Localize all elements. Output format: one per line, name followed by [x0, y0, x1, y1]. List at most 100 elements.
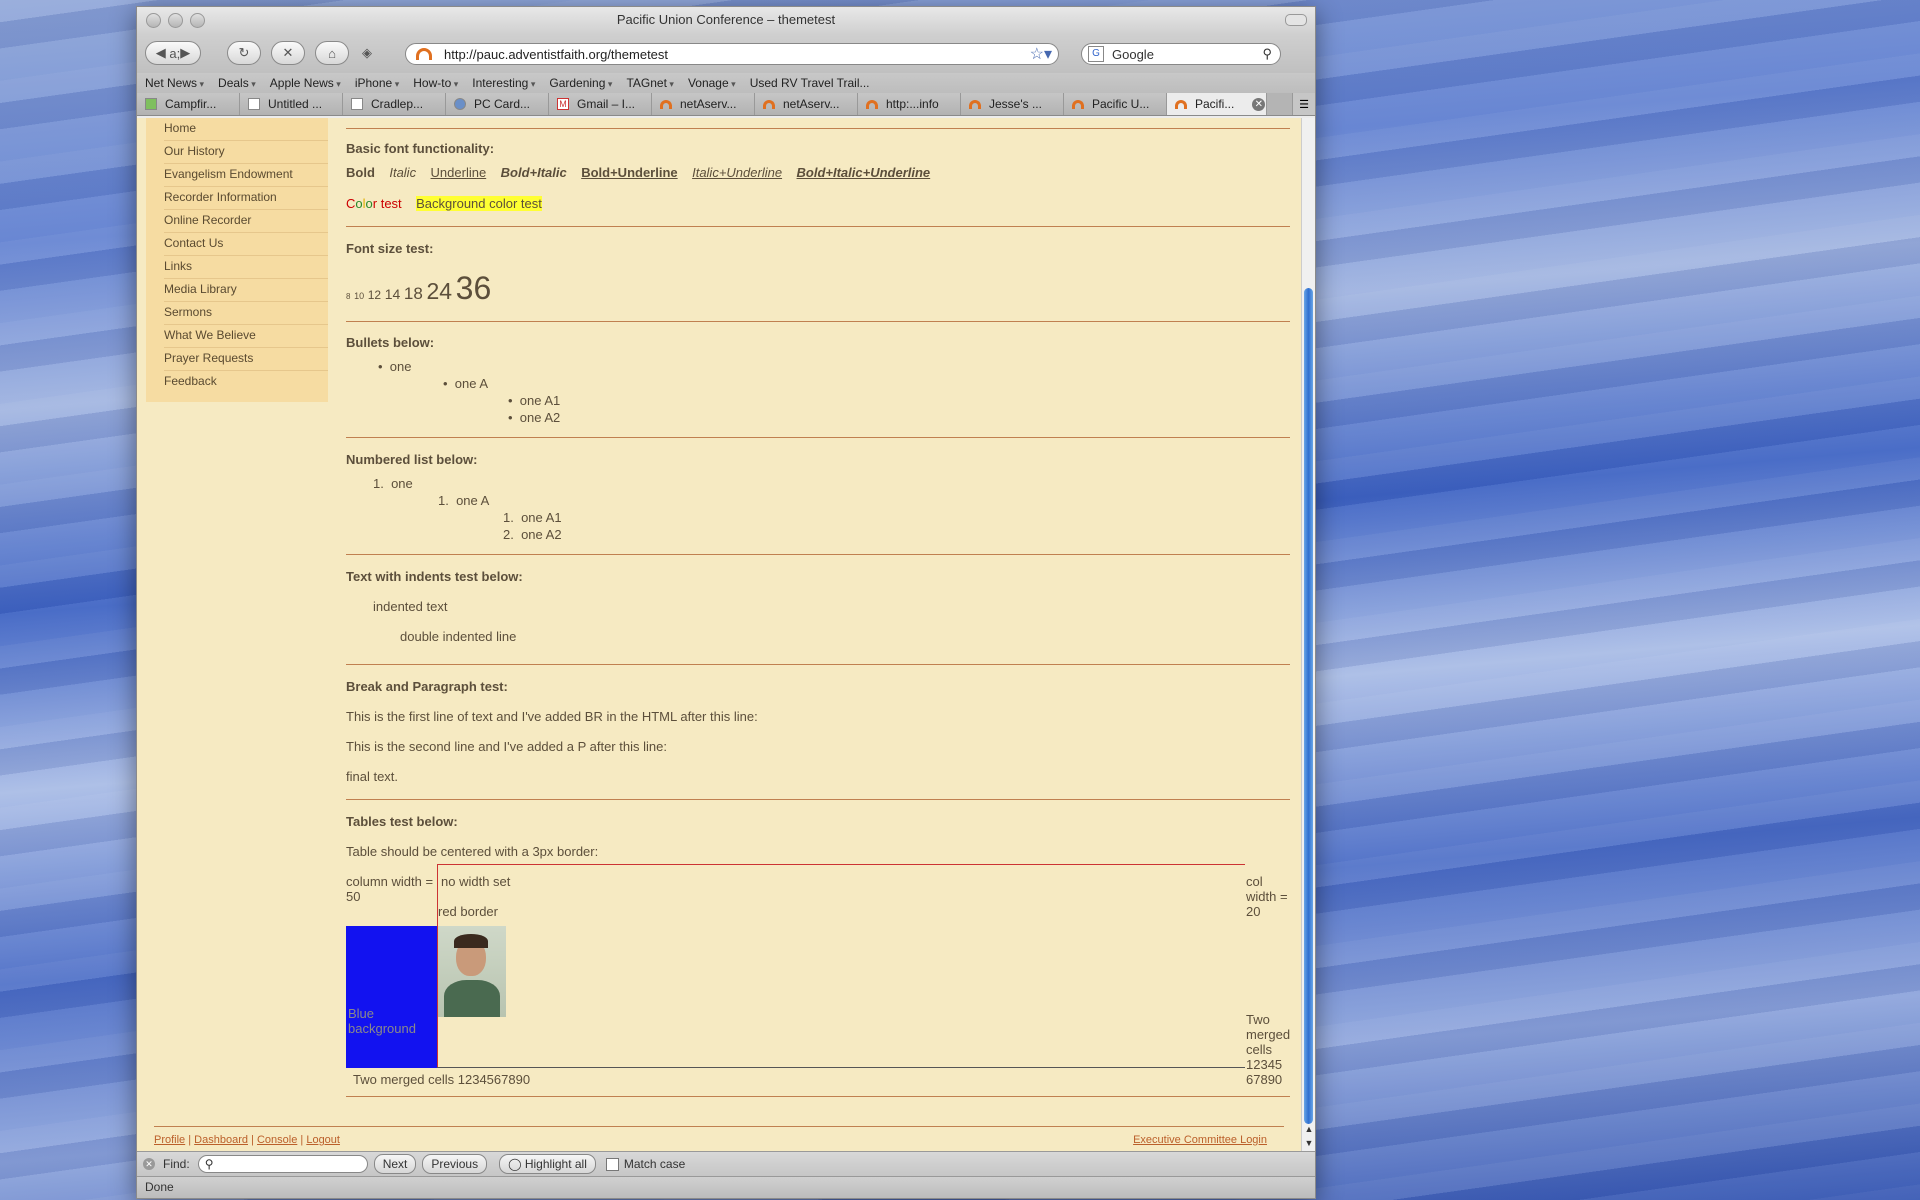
bold-sample: Bold — [346, 165, 375, 180]
reload-button[interactable]: ↻ — [227, 41, 261, 65]
navigation-toolbar: ◀ a; ▶ ↻ ✕ ⌂ ◈ http://pauc.adventistfaith… — [137, 35, 1315, 73]
find-input[interactable]: ⚲ — [197, 1155, 368, 1173]
bookmark-tagnet[interactable]: TAGnet — [626, 76, 674, 90]
firefox-favicon-icon — [1072, 99, 1084, 109]
home-button[interactable]: ⌂ — [315, 41, 349, 65]
bookmark-gardening[interactable]: Gardening — [549, 76, 612, 90]
match-case-checkbox[interactable] — [605, 1157, 619, 1171]
tab-pc-card[interactable]: PC Card... — [446, 93, 549, 115]
size-14: 14 — [384, 286, 401, 302]
list-text: one — [391, 476, 413, 491]
sidebar-item-links[interactable]: Links — [164, 256, 328, 279]
tab-list-icon[interactable]: ☰ — [1292, 93, 1315, 115]
tab-cradlepoint[interactable]: Cradlep... — [343, 93, 446, 115]
tab-jesses[interactable]: Jesse's ... — [961, 93, 1064, 115]
tab-pacific-active[interactable]: Pacifi... ✕ — [1167, 93, 1267, 115]
tab-campfire[interactable]: Campfir... — [137, 93, 240, 115]
table-bottom-border — [437, 1067, 1245, 1068]
tab-untitled[interactable]: Untitled ... — [240, 93, 343, 115]
blue-background-cell: Blue background — [346, 926, 437, 1068]
title-bar: Pacific Union Conference – themetest — [137, 7, 1315, 35]
bookmark-used-rv[interactable]: Used RV Travel Trail... — [750, 76, 870, 90]
sidebar-item-contact-us[interactable]: Contact Us — [164, 233, 328, 256]
bullet-one-a1: • one A1 — [508, 393, 560, 408]
cell-two-merged-right: Two merged cells 12345 67890 — [1246, 1012, 1291, 1087]
bookmark-deals[interactable]: Deals — [218, 76, 256, 90]
bookmark-star-icon[interactable]: ☆▾ — [1030, 44, 1052, 64]
window-title: Pacific Union Conference – themetest — [616, 12, 836, 27]
sidebar-item-sermons[interactable]: Sermons — [164, 302, 328, 325]
search-icon[interactable]: ⚲ — [1262, 46, 1272, 62]
profile-link[interactable]: Profile — [154, 1134, 185, 1146]
addon-icon[interactable]: ◈ — [357, 41, 377, 65]
dashboard-link[interactable]: Dashboard — [194, 1134, 248, 1146]
sidebar-item-recorder-information[interactable]: Recorder Information — [164, 187, 328, 210]
search-bar[interactable]: G Google ⚲ — [1081, 43, 1281, 65]
bullet-dot-icon: • — [443, 376, 448, 391]
link-separator: | — [300, 1134, 304, 1146]
highlight-icon: ◯ — [508, 1157, 522, 1171]
bullet-dot-icon: • — [378, 359, 383, 374]
tab-label: Cradlep... — [371, 97, 424, 111]
bookmark-iphone[interactable]: iPhone — [355, 76, 399, 90]
sidebar-item-prayer-requests[interactable]: Prayer Requests — [164, 348, 328, 371]
scrollbar-thumb[interactable] — [1304, 288, 1313, 1124]
sidebar-item-online-recorder[interactable]: Online Recorder — [164, 210, 328, 233]
break-line-2: This is the second line and I've added a… — [346, 739, 667, 754]
zoom-window-button[interactable] — [190, 13, 205, 28]
console-link[interactable]: Console — [257, 1134, 297, 1146]
status-bar: Done — [137, 1176, 1315, 1198]
tab-gmail[interactable]: M Gmail – I... — [549, 93, 652, 115]
close-find-icon[interactable]: ✕ — [143, 1158, 155, 1170]
url-bar[interactable]: http://pauc.adventistfaith.org/themetest… — [405, 43, 1059, 65]
find-next-button[interactable]: Next — [373, 1154, 417, 1174]
bookmark-apple-news[interactable]: Apple News — [270, 76, 341, 90]
bookmark-net-news[interactable]: Net News — [145, 76, 204, 90]
bookmark-how-to[interactable]: How-to — [413, 76, 458, 90]
sidebar-item-our-history[interactable]: Our History — [164, 141, 328, 164]
close-window-button[interactable] — [146, 13, 161, 28]
url-text[interactable]: http://pauc.adventistfaith.org/themetest — [444, 47, 668, 62]
font-samples: Bold Italic Underline Bold+Italic Bold+U… — [346, 165, 930, 180]
list-text: one A2 — [521, 527, 562, 542]
sidebar-item-evangelism-endowment[interactable]: Evangelism Endowment — [164, 164, 328, 187]
vertical-scrollbar[interactable]: ▲ ▼ — [1301, 118, 1315, 1151]
bullet-dot-icon: • — [508, 410, 513, 425]
indented-text: indented text — [373, 599, 448, 614]
tab-netaserv-2[interactable]: netAserv... — [755, 93, 858, 115]
toolbar-toggle-button[interactable] — [1285, 14, 1307, 26]
back-forward-buttons[interactable]: ◀ a; ▶ — [145, 41, 201, 65]
google-engine-icon[interactable]: G — [1088, 46, 1104, 62]
tab-label: Pacific U... — [1092, 97, 1150, 111]
table-red-top-border — [437, 864, 1245, 865]
tab-label: Jesse's ... — [989, 97, 1042, 111]
firefox-favicon-icon — [866, 99, 878, 109]
logout-link[interactable]: Logout — [306, 1134, 340, 1146]
minimize-window-button[interactable] — [168, 13, 183, 28]
scroll-up-icon[interactable]: ▲ — [1302, 1122, 1315, 1136]
scroll-down-icon[interactable]: ▼ — [1302, 1136, 1315, 1150]
blue-background-text: Blue background — [348, 1006, 416, 1036]
forward-icon[interactable]: ▶ — [180, 45, 190, 61]
bullet-text: one A2 — [519, 410, 561, 425]
stop-button[interactable]: ✕ — [271, 41, 305, 65]
sidebar-item-feedback[interactable]: Feedback — [164, 371, 328, 393]
sidebar-item-home[interactable]: Home — [164, 118, 328, 141]
tab-pacific-union[interactable]: Pacific U... — [1064, 93, 1167, 115]
match-case-label: Match case — [623, 1157, 686, 1171]
home-icon: ⌂ — [328, 45, 336, 61]
bookmark-interesting[interactable]: Interesting — [472, 76, 535, 90]
find-previous-button[interactable]: Previous — [422, 1154, 488, 1174]
close-tab-icon[interactable]: ✕ — [1252, 97, 1266, 111]
sidebar-item-media-library[interactable]: Media Library — [164, 279, 328, 302]
executive-committee-login-link[interactable]: Executive Committee Login — [1133, 1134, 1267, 1146]
highlight-all-button[interactable]: ◯ Highlight all — [499, 1154, 596, 1174]
cell-no-width-set: no width set — [441, 874, 511, 889]
divider — [346, 1096, 1290, 1097]
sidebar-item-what-we-believe[interactable]: What We Believe — [164, 325, 328, 348]
tab-netaserv-1[interactable]: netAserv... — [652, 93, 755, 115]
search-input[interactable]: Google — [1112, 47, 1154, 62]
back-icon[interactable]: ◀ — [156, 45, 166, 61]
bookmark-vonage[interactable]: Vonage — [688, 76, 736, 90]
tab-http-info[interactable]: http:...info — [858, 93, 961, 115]
